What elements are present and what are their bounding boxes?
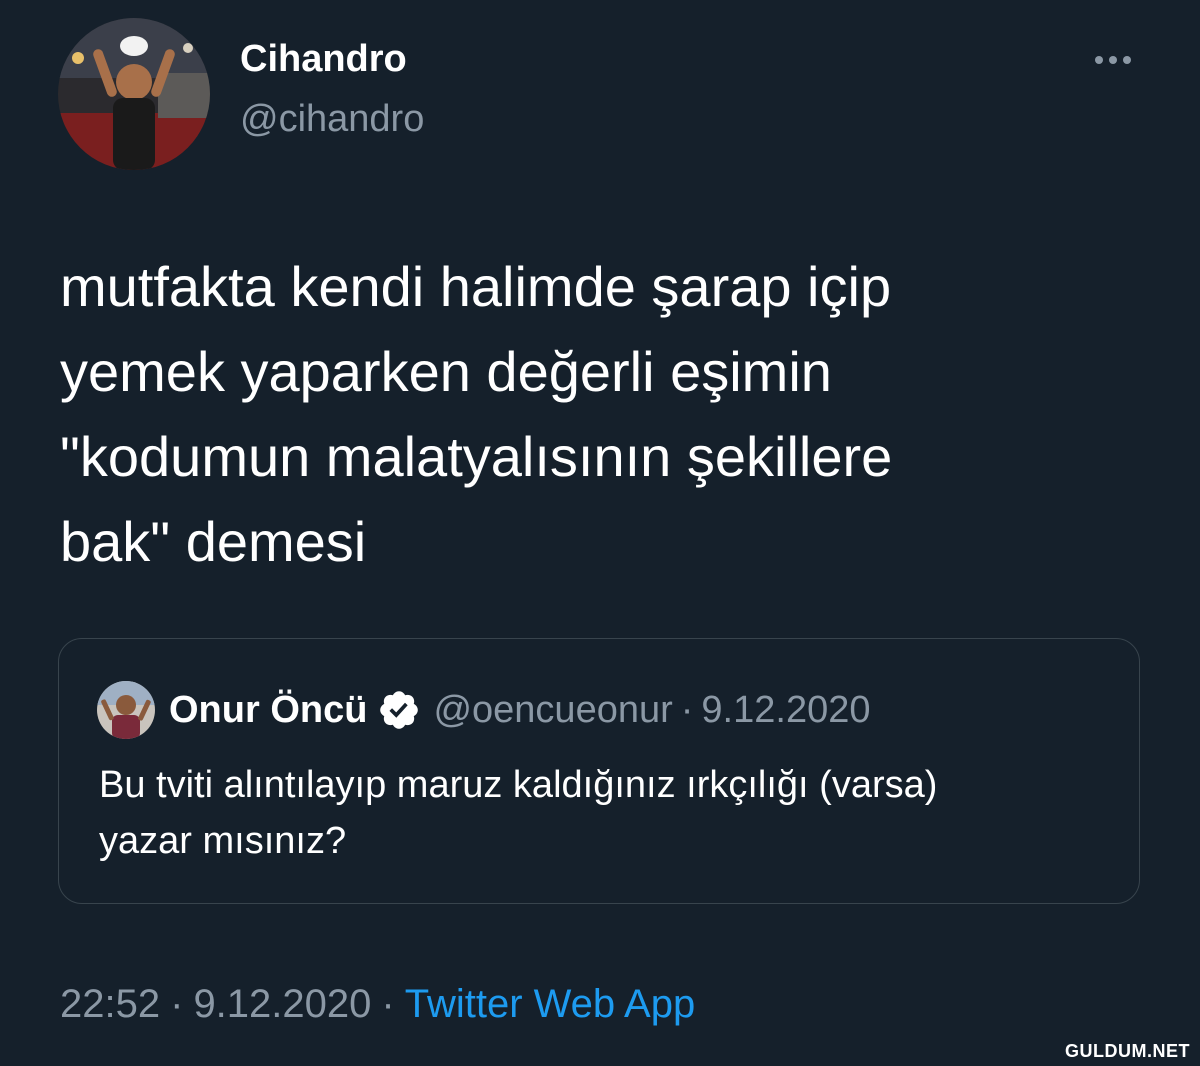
dot: [1123, 56, 1131, 64]
quoted-tweet-card[interactable]: Onur Öncü @oencueonur · 9.12.2020 Bu tvi…: [58, 638, 1140, 904]
tweet-source-link[interactable]: Twitter Web App: [405, 982, 696, 1026]
tweet-time[interactable]: 22:52: [60, 982, 160, 1026]
dot: [1095, 56, 1103, 64]
tweet-line: bak" demesi: [60, 510, 367, 573]
tweet-line: mutfakta kendi halimde şarap içip: [60, 255, 892, 318]
separator-dot: ·: [170, 982, 184, 1026]
dot: [1109, 56, 1117, 64]
tweet-line: yemek yaparken değerli eşimin: [60, 340, 832, 403]
verified-badge-icon: [380, 691, 419, 729]
author-handle[interactable]: @cihandro: [240, 98, 424, 141]
author-avatar[interactable]: [58, 18, 210, 170]
tweet-line: "kodumun malatyalısının şekillere: [60, 425, 893, 488]
tweet-text: mutfakta kendi halimde şarap içip yemek …: [60, 244, 1140, 584]
tweet-meta: 22:52 · 9.12.2020 · Twitter Web App: [60, 982, 695, 1027]
quoted-tweet-date[interactable]: 9.12.2020: [701, 689, 870, 732]
more-dots-icon[interactable]: [1088, 40, 1138, 80]
quoted-tweet-line: Bu tviti alıntılayıp maruz kaldığınız ır…: [99, 764, 938, 806]
separator-dot: ·: [680, 688, 694, 731]
quoted-author-handle[interactable]: @oencueonur: [433, 689, 672, 732]
tweet-date[interactable]: 9.12.2020: [193, 982, 371, 1026]
quoted-tweet-text: Bu tviti alıntılayıp maruz kaldığınız ır…: [99, 757, 1109, 869]
watermark: GULDUM.NET: [1065, 1041, 1190, 1061]
author-name[interactable]: Cihandro: [240, 38, 407, 81]
quoted-tweet-line: yazar mısınız?: [99, 820, 347, 862]
quoted-author-avatar[interactable]: [97, 681, 155, 739]
quoted-tweet-header: Onur Öncü @oencueonur · 9.12.2020: [169, 681, 870, 739]
separator-dot: ·: [381, 982, 395, 1026]
quoted-author-name[interactable]: Onur Öncü: [169, 689, 367, 732]
